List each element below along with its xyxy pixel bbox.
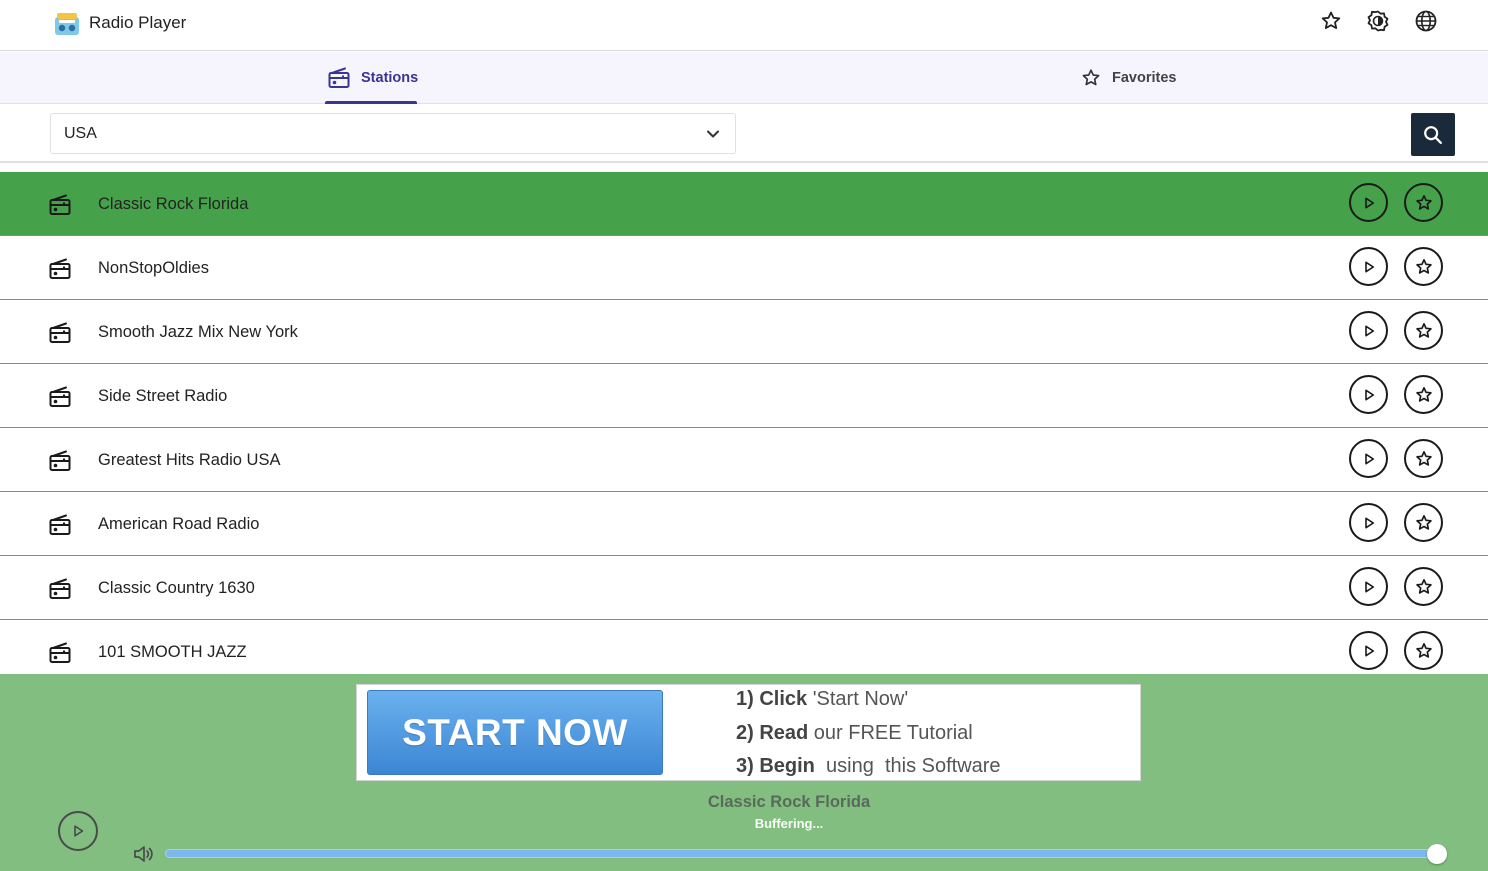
station-name: Greatest Hits Radio USA xyxy=(98,451,281,469)
play-icon xyxy=(1364,517,1374,528)
station-favorite-button[interactable] xyxy=(1404,503,1443,542)
start-now-label: START NOW xyxy=(402,711,628,753)
play-icon xyxy=(74,825,84,837)
star-outline-icon xyxy=(1415,514,1432,530)
ad-banner[interactable]: START NOW 1) Click 'Start Now' 2) Read o… xyxy=(356,684,1141,781)
station-play-button[interactable] xyxy=(1349,375,1388,414)
station-favorite-button[interactable] xyxy=(1404,311,1443,350)
star-outline-icon xyxy=(1415,194,1432,210)
country-select-value: USA xyxy=(64,125,97,142)
ad-step-3: 3) Begin using this Software xyxy=(736,755,1001,777)
star-outline-icon xyxy=(1082,69,1100,86)
station-play-button[interactable] xyxy=(1349,247,1388,286)
station-row[interactable]: Classic Country 1630 xyxy=(0,556,1488,620)
station-name: Classic Country 1630 xyxy=(98,579,255,597)
station-list: Classic Rock Florida NonStopOldies Smooth … xyxy=(0,172,1488,674)
star-outline-icon xyxy=(1415,322,1432,338)
radio-icon xyxy=(48,513,72,537)
filter-bar: USA xyxy=(0,105,1488,163)
active-tab-indicator xyxy=(325,101,417,104)
chevron-down-icon xyxy=(707,130,719,138)
station-favorite-button[interactable] xyxy=(1404,567,1443,606)
tab-favorites-label: Favorites xyxy=(1112,70,1177,86)
player-bar: START NOW 1) Click 'Start Now' 2) Read o… xyxy=(0,674,1488,871)
star-outline-icon xyxy=(1415,450,1432,466)
radio-icon xyxy=(48,321,72,345)
tab-favorites[interactable]: Favorites xyxy=(1080,52,1176,104)
station-name: 101 SMOOTH JAZZ xyxy=(98,643,247,661)
country-select[interactable]: USA xyxy=(50,113,736,154)
station-play-button[interactable] xyxy=(1349,439,1388,478)
tab-bar: Stations Favorites xyxy=(0,52,1488,104)
station-row[interactable]: Greatest Hits Radio USA xyxy=(0,428,1488,492)
search-icon xyxy=(1424,125,1442,144)
radio-icon xyxy=(48,385,72,409)
radio-icon xyxy=(48,577,72,601)
station-name: Smooth Jazz Mix New York xyxy=(98,323,298,341)
now-playing-status: Buffering... xyxy=(754,816,824,831)
station-favorite-button[interactable] xyxy=(1404,247,1443,286)
brightness-icon[interactable] xyxy=(1366,9,1390,33)
station-favorite-button[interactable] xyxy=(1404,375,1443,414)
station-row[interactable]: 101 SMOOTH JAZZ xyxy=(0,620,1488,674)
radio-icon xyxy=(328,67,350,88)
start-now-button[interactable]: START NOW xyxy=(367,690,663,775)
station-name: Side Street Radio xyxy=(98,387,228,405)
favorites-star-icon[interactable] xyxy=(1319,9,1343,33)
radio-player-app: Radio Player Stations Favorites USA Clas… xyxy=(0,0,1488,871)
star-outline-icon xyxy=(1415,642,1432,658)
play-icon xyxy=(1364,325,1374,336)
star-outline-icon xyxy=(1415,386,1432,402)
station-favorite-button[interactable] xyxy=(1404,631,1443,670)
station-favorite-button[interactable] xyxy=(1404,439,1443,478)
player-play-button[interactable] xyxy=(58,811,98,851)
volume-slider[interactable] xyxy=(165,849,1439,858)
station-play-button[interactable] xyxy=(1349,567,1388,606)
play-icon xyxy=(1364,645,1374,656)
star-outline-icon xyxy=(1415,258,1432,274)
ad-step-2: 2) Read our FREE Tutorial xyxy=(736,722,973,744)
search-button[interactable] xyxy=(1411,113,1455,156)
volume-slider-thumb[interactable] xyxy=(1427,844,1447,864)
station-play-button[interactable] xyxy=(1349,631,1388,670)
play-icon xyxy=(1364,197,1374,208)
station-play-button[interactable] xyxy=(1349,311,1388,350)
tab-stations[interactable]: Stations xyxy=(327,52,418,104)
volume-icon[interactable] xyxy=(133,844,155,864)
ad-step-1: 1) Click 'Start Now' xyxy=(736,688,909,710)
station-name: American Road Radio xyxy=(98,515,260,533)
station-row[interactable]: American Road Radio xyxy=(0,492,1488,556)
app-header: Radio Player xyxy=(0,0,1488,51)
station-row[interactable]: Side Street Radio xyxy=(0,364,1488,428)
play-icon xyxy=(1364,581,1374,592)
app-title: Radio Player xyxy=(89,13,187,32)
station-play-button[interactable] xyxy=(1349,503,1388,542)
tab-stations-label: Stations xyxy=(361,70,419,86)
station-row[interactable]: NonStopOldies xyxy=(0,236,1488,300)
station-name: NonStopOldies xyxy=(98,259,209,277)
app-logo-icon xyxy=(55,13,79,35)
now-playing-title: Classic Rock Florida xyxy=(707,793,871,811)
star-outline-icon xyxy=(1415,578,1432,594)
radio-icon xyxy=(48,449,72,473)
station-row[interactable]: Smooth Jazz Mix New York xyxy=(0,300,1488,364)
station-play-button[interactable] xyxy=(1349,183,1388,222)
play-icon xyxy=(1364,389,1374,400)
radio-icon xyxy=(48,193,72,217)
radio-icon xyxy=(48,641,72,665)
station-name: Classic Rock Florida xyxy=(98,195,249,213)
play-icon xyxy=(1364,261,1374,272)
globe-icon[interactable] xyxy=(1414,9,1438,33)
station-row[interactable]: Classic Rock Florida xyxy=(0,172,1488,236)
radio-icon xyxy=(48,257,72,281)
station-favorite-button[interactable] xyxy=(1404,183,1443,222)
play-icon xyxy=(1364,453,1374,464)
